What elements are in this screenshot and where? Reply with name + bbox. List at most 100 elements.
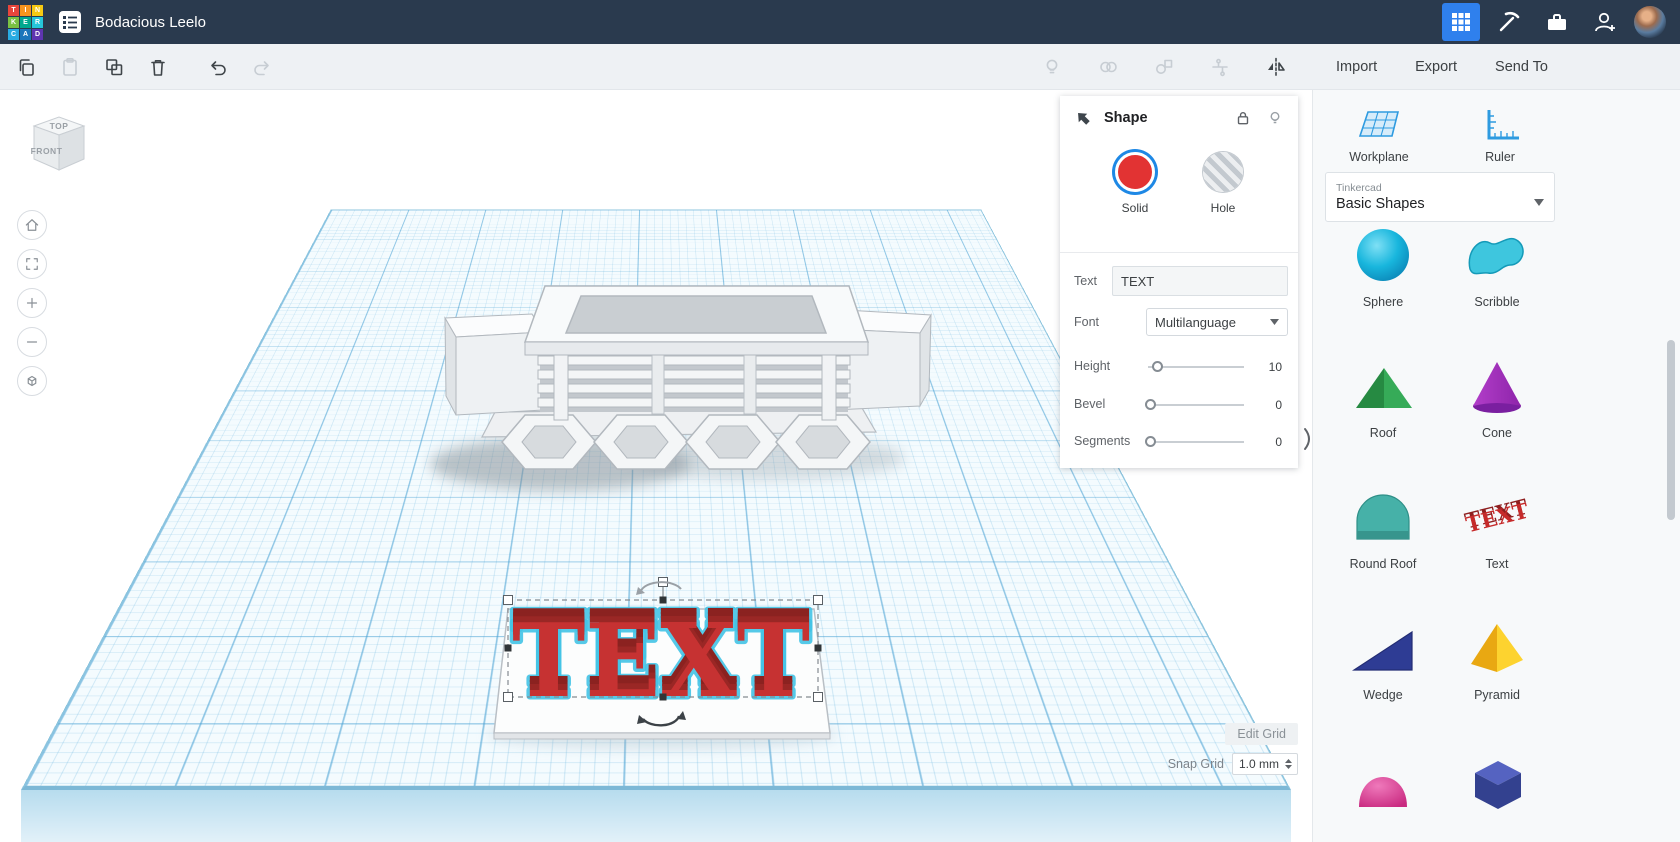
scale-handle-mid[interactable]	[659, 596, 667, 604]
zoom-out-button[interactable]	[17, 327, 47, 357]
ruler-icon	[1487, 110, 1519, 140]
redo-button[interactable]	[244, 49, 280, 85]
collapse-inspector-icon	[1078, 113, 1090, 125]
flip-mirror-icon	[1268, 57, 1285, 76]
scale-handle-mid[interactable]	[814, 644, 822, 652]
home-view-button[interactable]	[17, 210, 47, 240]
perspective-toggle-button[interactable]	[17, 366, 47, 396]
inspector-title: Shape	[1104, 110, 1148, 126]
top-bar: T I N K E R C A D Bodacious Leelo	[0, 0, 1680, 44]
text-front-face[interactable]: TEXT	[512, 601, 810, 720]
mirror-button[interactable]	[1258, 49, 1294, 85]
redo-icon	[254, 60, 269, 75]
send-to-button[interactable]: Send To	[1491, 53, 1552, 81]
hole-option[interactable]: Hole	[1203, 152, 1243, 215]
shape-item-partial-hex-prism[interactable]	[1440, 749, 1554, 842]
lock-button[interactable]	[1234, 109, 1252, 127]
user-avatar[interactable]	[1634, 6, 1666, 38]
bevel-label: Bevel	[1074, 397, 1106, 411]
paste-button[interactable]	[52, 49, 88, 85]
import-button[interactable]: Import	[1332, 53, 1381, 81]
view-cube-front-label[interactable]: FRONT	[31, 146, 63, 156]
scale-handle-corner[interactable]	[503, 595, 513, 605]
height-label: Height	[1074, 359, 1111, 373]
design-title[interactable]: Bodacious Leelo	[95, 14, 206, 31]
shape-label: Text	[1485, 557, 1509, 571]
copy-button[interactable]	[8, 49, 44, 85]
shape-item-round-roof[interactable]: Round Roof	[1326, 487, 1440, 588]
bevel-slider-knob[interactable]	[1145, 399, 1156, 410]
sidebar-scrollbar[interactable]	[1667, 340, 1675, 520]
ungroup-button[interactable]	[1146, 49, 1182, 85]
tinkercad-logo[interactable]: T I N K E R C A D	[8, 4, 43, 40]
hex-structure-object[interactable]	[430, 285, 932, 491]
height-value: 10	[1268, 360, 1282, 374]
add-user-button[interactable]	[1586, 3, 1624, 41]
shape-item-cone[interactable]: Cone	[1440, 356, 1554, 457]
snap-grid-select[interactable]: 1.0 mm	[1232, 753, 1298, 775]
segments-value: 0	[1275, 435, 1282, 449]
delete-button[interactable]	[140, 49, 176, 85]
scale-handle-mid[interactable]	[504, 644, 512, 652]
undo-button[interactable]	[200, 49, 236, 85]
shape-item-scribble[interactable]: Scribble	[1440, 225, 1554, 326]
my-designs-icon[interactable]	[55, 7, 85, 37]
shape-item-text[interactable]: TEXT TEXT Text	[1440, 487, 1554, 588]
ruler-label: Ruler	[1485, 150, 1515, 164]
roof-icon	[1356, 368, 1412, 408]
solid-option[interactable]: Solid	[1115, 152, 1155, 215]
ruler-tool[interactable]: Ruler	[1444, 102, 1556, 164]
lightbulb-icon	[1270, 111, 1280, 124]
align-button[interactable]	[1202, 49, 1238, 85]
height-slider-knob[interactable]	[1152, 361, 1163, 372]
group-button[interactable]	[1090, 49, 1126, 85]
plus-icon	[26, 297, 38, 309]
hole-swatch[interactable]	[1203, 152, 1243, 192]
text-shape-icon: TEXT TEXT	[1462, 494, 1531, 538]
minecraft-pickaxe-button[interactable]	[1490, 3, 1528, 41]
chevron-down-icon	[1534, 194, 1544, 209]
logo-tile: E	[20, 16, 31, 28]
edit-grid-button[interactable]: Edit Grid	[1225, 723, 1298, 745]
view-cube-icon: TOP FRONT	[31, 116, 86, 171]
hide-shape-button[interactable]	[1266, 109, 1284, 127]
view-cube-top-label[interactable]: TOP	[50, 121, 69, 131]
font-dropdown[interactable]: Multilanguage	[1146, 308, 1288, 336]
text-value-input[interactable]	[1112, 266, 1288, 296]
text-field-label: Text	[1074, 274, 1097, 288]
scale-handle-corner[interactable]	[813, 595, 823, 605]
view-cube[interactable]: TOP FRONT	[26, 106, 92, 186]
home-icon	[25, 219, 39, 231]
segments-slider[interactable]	[1145, 436, 1244, 447]
category-value: Basic Shapes	[1336, 196, 1425, 212]
shape-item-wedge[interactable]: Wedge	[1326, 618, 1440, 719]
show-all-button[interactable]	[1034, 49, 1070, 85]
shape-item-pyramid[interactable]: Pyramid	[1440, 618, 1554, 719]
solid-swatch[interactable]	[1115, 152, 1155, 192]
zoom-in-button[interactable]	[17, 288, 47, 318]
collapse-inspector-button[interactable]	[1074, 109, 1092, 127]
height-slider[interactable]	[1148, 361, 1244, 372]
scale-handle-corner[interactable]	[813, 692, 823, 702]
workplane-tool[interactable]: Workplane	[1323, 102, 1435, 164]
collapse-sidebar-chevron[interactable]	[1300, 425, 1316, 453]
shape-item-roof[interactable]: Roof	[1326, 356, 1440, 457]
shape-item-sphere[interactable]: Sphere	[1326, 225, 1440, 326]
logo-tile: K	[8, 16, 19, 28]
shape-label: Sphere	[1362, 295, 1404, 309]
hex-prism-icon	[1475, 761, 1521, 809]
dashboard-grid-button[interactable]	[1442, 3, 1480, 41]
fit-view-button[interactable]	[17, 249, 47, 279]
workplane-label: Workplane	[1349, 150, 1409, 164]
shape-item-partial-paraboloid[interactable]	[1326, 749, 1440, 842]
toolbox-button[interactable]	[1538, 3, 1576, 41]
shape-category-dropdown[interactable]: Tinkercad Basic Shapes	[1325, 172, 1555, 222]
shape-label: Roof	[1369, 426, 1397, 440]
export-button[interactable]: Export	[1411, 53, 1461, 81]
bevel-slider[interactable]	[1145, 399, 1244, 410]
duplicate-button[interactable]	[96, 49, 132, 85]
scale-handle-corner[interactable]	[503, 692, 513, 702]
scale-handle-mid[interactable]	[659, 693, 667, 701]
bevel-value: 0	[1275, 398, 1282, 412]
segments-slider-knob[interactable]	[1145, 436, 1156, 447]
